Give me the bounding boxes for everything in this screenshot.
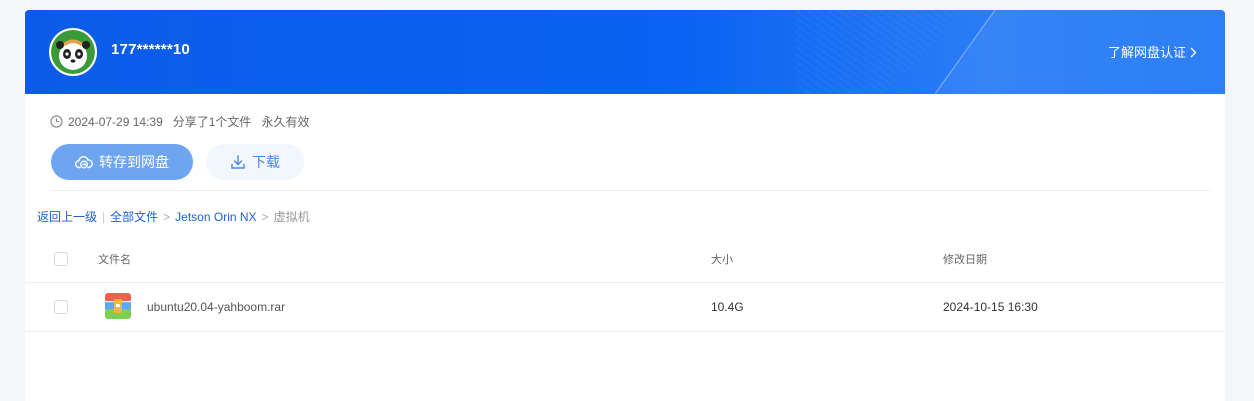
column-header-size[interactable]: 大小 — [711, 251, 733, 267]
breadcrumb-arrow: > — [261, 209, 269, 224]
share-card: 177******10 了解网盘认证 2024-07-29 14:39 分享了1… — [25, 10, 1225, 401]
row-checkbox[interactable] — [54, 300, 68, 314]
chevron-right-icon — [1190, 46, 1197, 61]
breadcrumb-arrow: > — [163, 209, 171, 224]
panda-avatar-icon — [51, 30, 95, 74]
breadcrumb-back-link[interactable]: 返回上一级 — [37, 208, 97, 225]
share-meta: 2024-07-29 14:39 分享了1个文件 永久有效 — [50, 113, 309, 130]
breadcrumb-separator: | — [102, 209, 106, 224]
breadcrumb-folder[interactable]: Jetson Orin NX — [175, 210, 256, 224]
column-header-name[interactable]: 文件名 — [98, 251, 131, 267]
save-button-label: 转存到网盘 — [99, 154, 169, 170]
share-datetime: 2024-07-29 14:39 — [68, 114, 163, 129]
select-all-checkbox[interactable] — [54, 252, 68, 266]
avatar — [49, 28, 97, 76]
cert-link-label: 了解网盘认证 — [1107, 45, 1186, 60]
share-validity: 永久有效 — [261, 115, 310, 129]
divider — [50, 190, 1210, 191]
share-header: 177******10 了解网盘认证 — [25, 10, 1225, 94]
breadcrumb-current: 虚拟机 — [273, 210, 310, 224]
save-to-disk-button[interactable]: 转存到网盘 — [51, 144, 193, 180]
table-row[interactable]: ubuntu20.04-yahboom.rar 10.4G 2024-10-15… — [25, 282, 1225, 332]
clock-icon — [50, 115, 63, 128]
column-header-modified[interactable]: 修改日期 — [943, 251, 987, 267]
download-button[interactable]: 下载 — [206, 144, 304, 180]
sharer-username: 177******10 — [111, 41, 190, 58]
breadcrumb-all-files[interactable]: 全部文件 — [110, 208, 158, 225]
download-icon — [231, 155, 245, 169]
download-button-label: 下载 — [252, 154, 280, 170]
rar-archive-icon — [105, 293, 131, 319]
file-name[interactable]: ubuntu20.04-yahboom.rar — [147, 300, 285, 314]
file-size: 10.4G — [711, 300, 744, 314]
file-modified: 2024-10-15 16:30 — [943, 300, 1038, 314]
breadcrumb: 返回上一级 | 全部文件 > Jetson Orin NX > 虚拟机 — [37, 208, 310, 225]
file-table-header: 文件名 大小 修改日期 — [25, 236, 1225, 283]
cloud-upload-icon — [75, 155, 93, 169]
share-count: 分享了1个文件 — [172, 115, 252, 129]
cert-link[interactable]: 了解网盘认证 — [1108, 42, 1197, 61]
